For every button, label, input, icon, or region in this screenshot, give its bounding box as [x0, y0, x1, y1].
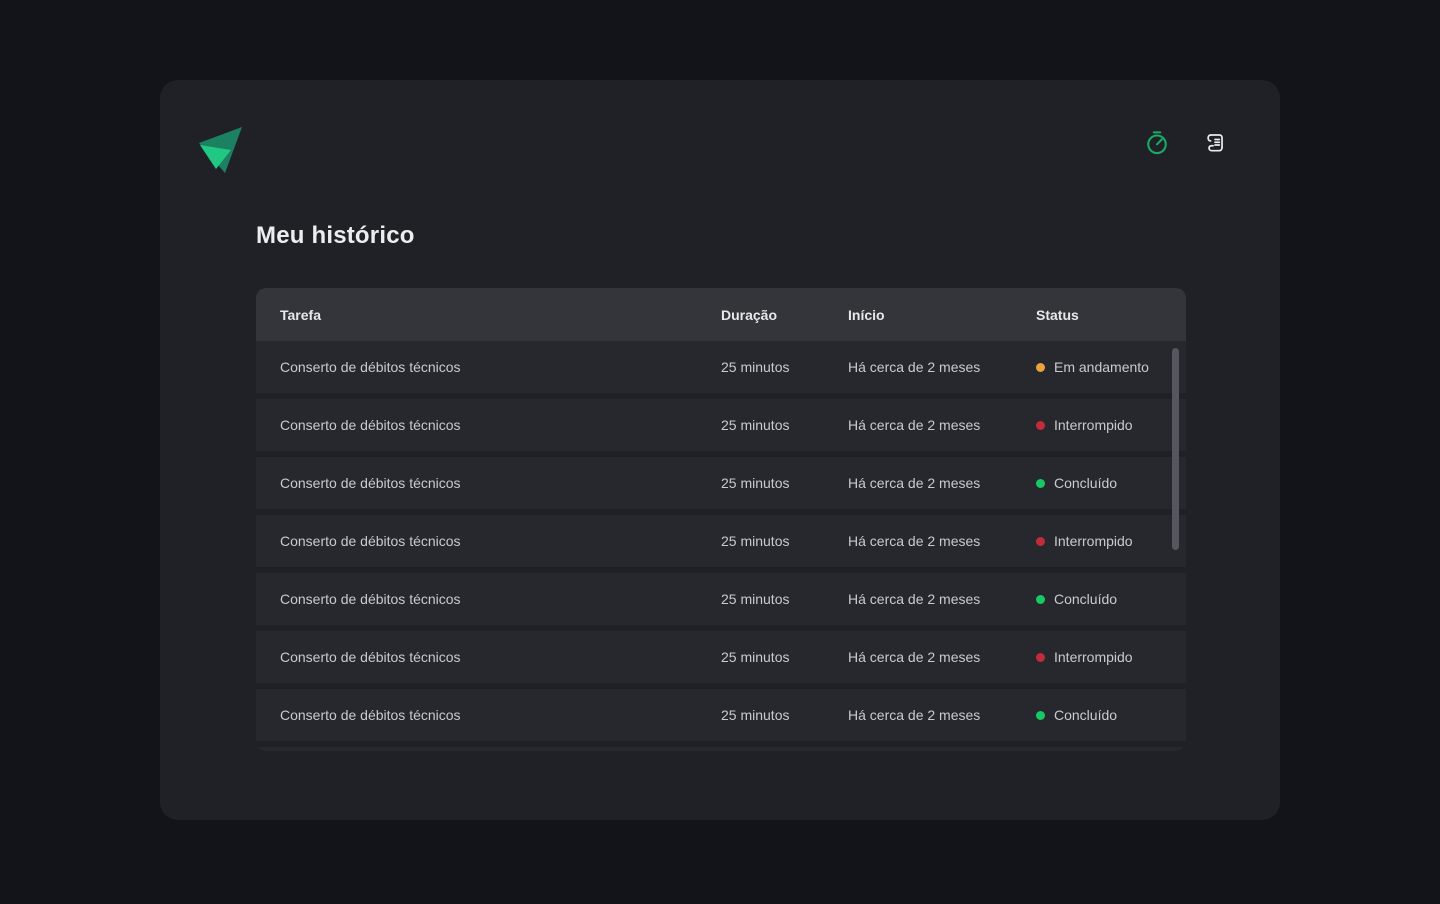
- status-dot-icon: [1036, 595, 1045, 604]
- scroll-icon: [1202, 130, 1228, 156]
- cell-duracao: 25 minutos: [721, 707, 848, 723]
- cell-status: Concluído: [1036, 591, 1186, 607]
- cell-tarefa: Conserto de débitos técnicos: [280, 707, 721, 723]
- main-card: Meu histórico Tarefa Duração Início Stat…: [160, 80, 1280, 820]
- timer-button[interactable]: [1144, 130, 1170, 156]
- cell-status: Concluído: [1036, 707, 1186, 723]
- cell-status: Interrompido: [1036, 417, 1186, 433]
- cell-inicio: Há cerca de 2 meses: [848, 475, 1036, 491]
- cell-status: Interrompido: [1036, 533, 1186, 549]
- cell-inicio: Há cerca de 2 meses: [848, 707, 1036, 723]
- timer-icon: [1144, 130, 1170, 156]
- table-row: Conserto de débitos técnicos 25 minutos …: [256, 341, 1186, 393]
- cell-duracao: 25 minutos: [721, 533, 848, 549]
- history-scroll-button[interactable]: [1202, 130, 1228, 156]
- cell-inicio: Há cerca de 2 meses: [848, 591, 1036, 607]
- cell-tarefa: Conserto de débitos técnicos: [280, 591, 721, 607]
- status-dot-icon: [1036, 711, 1045, 720]
- status-dot-icon: [1036, 537, 1045, 546]
- history-table: Tarefa Duração Início Status Conserto de…: [256, 288, 1186, 751]
- cell-status: Em andamento: [1036, 359, 1186, 375]
- table-row: Conserto de débitos técnicos 25 minutos …: [256, 457, 1186, 509]
- status-label: Interrompido: [1054, 649, 1133, 665]
- status-label: Em andamento: [1054, 359, 1149, 375]
- table-row: Conserto de débitos técnicos 25 minutos …: [256, 515, 1186, 567]
- table-body: Conserto de débitos técnicos 25 minutos …: [256, 341, 1186, 741]
- column-header-tarefa: Tarefa: [280, 307, 721, 323]
- status-dot-icon: [1036, 421, 1045, 430]
- status-label: Interrompido: [1054, 417, 1133, 433]
- status-dot-icon: [1036, 363, 1045, 372]
- cell-duracao: 25 minutos: [721, 359, 848, 375]
- cell-inicio: Há cerca de 2 meses: [848, 649, 1036, 665]
- column-header-status: Status: [1036, 307, 1186, 323]
- cell-inicio: Há cerca de 2 meses: [848, 417, 1036, 433]
- table-row: Conserto de débitos técnicos 25 minutos …: [256, 399, 1186, 451]
- table-row: Conserto de débitos técnicos 25 minutos …: [256, 631, 1186, 683]
- status-dot-icon: [1036, 479, 1045, 488]
- cell-status: Concluído: [1036, 475, 1186, 491]
- table-header-row: Tarefa Duração Início Status: [256, 288, 1186, 341]
- page-title: Meu histórico: [256, 222, 415, 250]
- cell-duracao: 25 minutos: [721, 417, 848, 433]
- table-row: Conserto de débitos técnicos 25 minutos …: [256, 573, 1186, 625]
- cell-tarefa: Conserto de débitos técnicos: [280, 649, 721, 665]
- cell-status: Interrompido: [1036, 649, 1186, 665]
- cell-duracao: 25 minutos: [721, 649, 848, 665]
- cell-duracao: 25 minutos: [721, 475, 848, 491]
- status-dot-icon: [1036, 653, 1045, 662]
- toolbar: [1144, 130, 1228, 156]
- cell-inicio: Há cerca de 2 meses: [848, 533, 1036, 549]
- status-label: Concluído: [1054, 475, 1117, 491]
- cell-tarefa: Conserto de débitos técnicos: [280, 475, 721, 491]
- cell-inicio: Há cerca de 2 meses: [848, 359, 1036, 375]
- scrollbar-thumb[interactable]: [1172, 348, 1179, 550]
- status-label: Interrompido: [1054, 533, 1133, 549]
- table-row-partial: [256, 747, 1186, 751]
- cell-tarefa: Conserto de débitos técnicos: [280, 417, 721, 433]
- column-header-duracao: Duração: [721, 307, 848, 323]
- column-header-inicio: Início: [848, 307, 1036, 323]
- status-label: Concluído: [1054, 591, 1117, 607]
- cell-tarefa: Conserto de débitos técnicos: [280, 359, 721, 375]
- table-row: Conserto de débitos técnicos 25 minutos …: [256, 689, 1186, 741]
- app-logo-icon: [198, 125, 243, 174]
- cell-tarefa: Conserto de débitos técnicos: [280, 533, 721, 549]
- cell-duracao: 25 minutos: [721, 591, 848, 607]
- status-label: Concluído: [1054, 707, 1117, 723]
